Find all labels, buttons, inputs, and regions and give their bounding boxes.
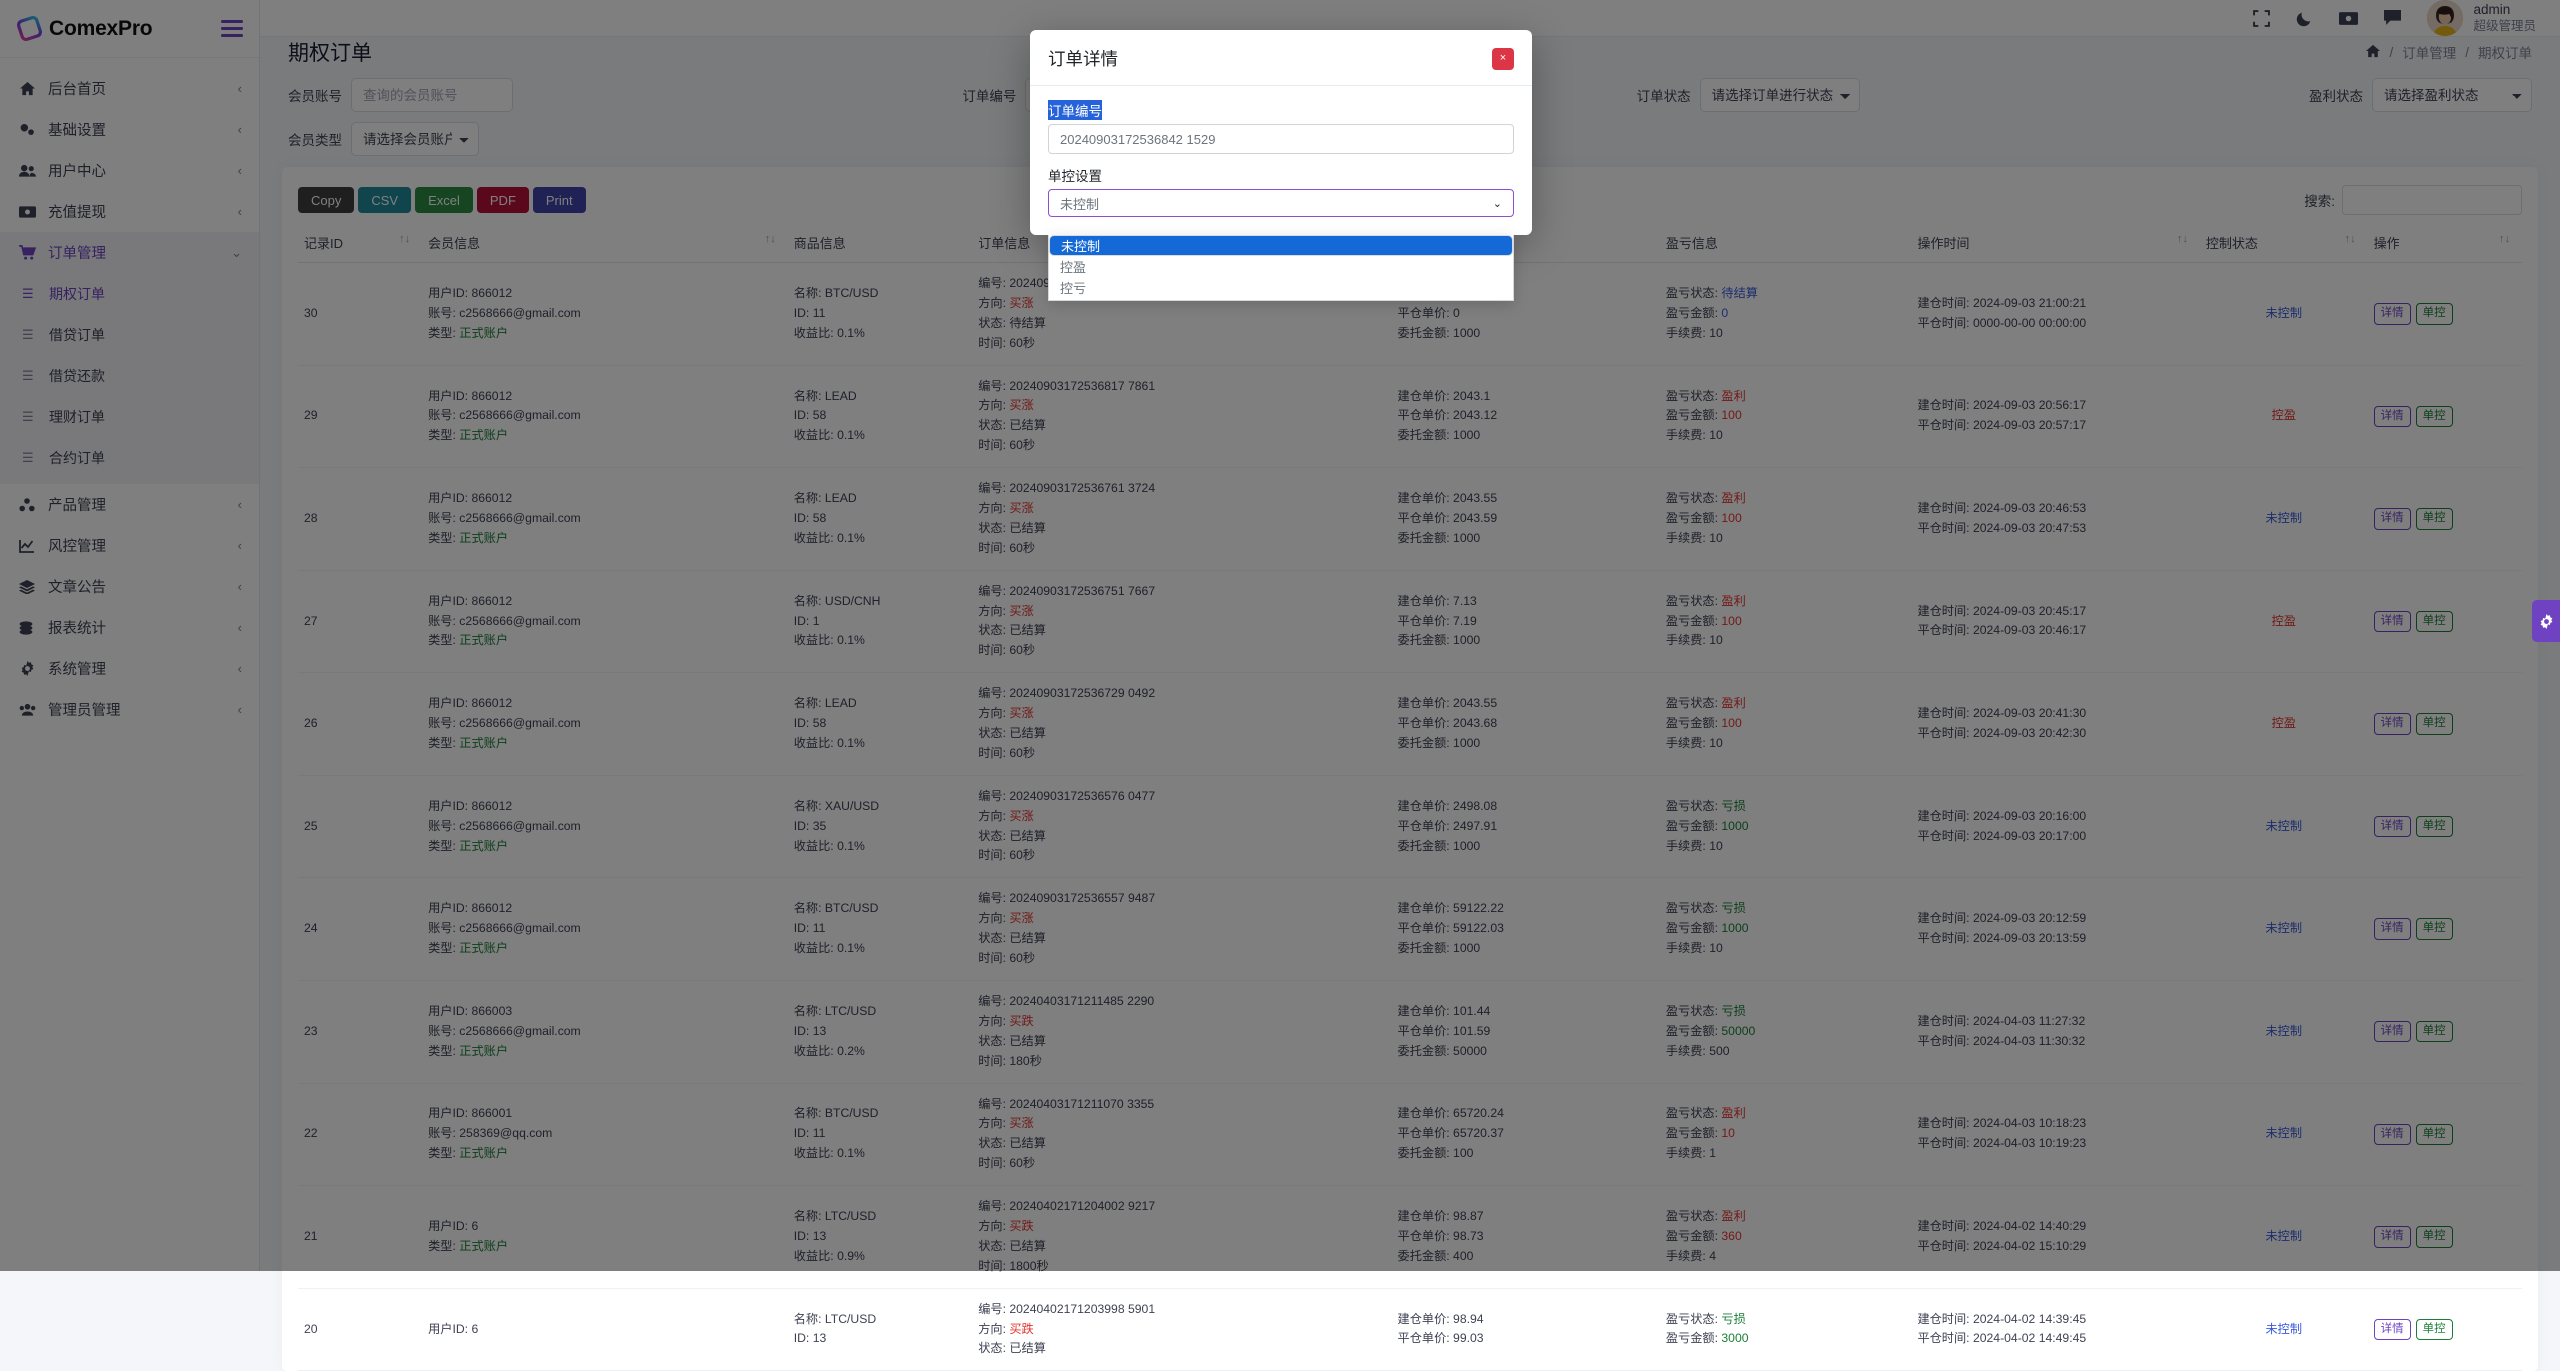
field: 建仓时间: 2024-04-02 14:39:45 bbox=[1917, 1310, 2193, 1330]
cell-member-info: 用户ID: 6 bbox=[422, 1288, 788, 1371]
single-control-button[interactable]: 单控 bbox=[2416, 1319, 2453, 1341]
modal-title: 订单详情 bbox=[1048, 46, 1118, 71]
field-value: 6 bbox=[471, 1322, 478, 1336]
option-control-loss[interactable]: 控亏 bbox=[1049, 277, 1513, 298]
option-control-profit[interactable]: 控盈 bbox=[1049, 256, 1513, 277]
modal-control-value: 未控制 bbox=[1060, 194, 1099, 213]
field-label: 状态: bbox=[978, 1341, 1006, 1355]
field: 方向: 买跌 bbox=[978, 1320, 1385, 1340]
field-label: 编号: bbox=[978, 1302, 1006, 1316]
field-value: 已结算 bbox=[1009, 1341, 1046, 1355]
field: 盈亏金额: 3000 bbox=[1666, 1329, 1906, 1349]
cell-pl-info: 盈亏状态: 亏损盈亏金额: 3000 bbox=[1660, 1288, 1912, 1371]
modal-header: 订单详情 × bbox=[1030, 30, 1532, 86]
cell-pl-prices: 建仓单价: 98.94平仓单价: 99.03 bbox=[1392, 1288, 1660, 1371]
field-label: 平仓单价: bbox=[1398, 1331, 1450, 1345]
field-value: 99.03 bbox=[1453, 1331, 1484, 1345]
modal-control-label: 单控设置 bbox=[1048, 165, 1514, 185]
cell-operation-time: 建仓时间: 2024-04-02 14:39:45平仓时间: 2024-04-0… bbox=[1911, 1288, 2199, 1371]
field: 编号: 20240402171203998 5901 bbox=[978, 1300, 1385, 1320]
field-value: LTC/USD bbox=[825, 1312, 876, 1326]
field: 用户ID: 6 bbox=[428, 1320, 782, 1340]
field-value: 13 bbox=[813, 1331, 827, 1345]
field-label: 盈亏状态: bbox=[1666, 1312, 1718, 1326]
order-detail-modal: 订单详情 × 订单编号 单控设置 未控制 ⌄ 未控制 控盈 控亏 bbox=[1030, 30, 1532, 235]
field-label: 盈亏金额: bbox=[1666, 1331, 1718, 1345]
table-row: 20 用户ID: 6 名称: LTC/USDID: 13 编号: 2024040… bbox=[298, 1288, 2522, 1371]
field-value: 买跌 bbox=[1009, 1322, 1033, 1336]
modal-order-no-input[interactable] bbox=[1048, 124, 1514, 154]
close-icon[interactable]: × bbox=[1492, 48, 1514, 70]
modal-body: 订单编号 单控设置 未控制 ⌄ 未控制 控盈 控亏 bbox=[1030, 86, 1532, 235]
chevron-down-icon: ⌄ bbox=[1493, 197, 1502, 210]
field-label: 建仓时间: bbox=[1917, 1312, 1969, 1326]
field-label: 用户ID: bbox=[428, 1322, 468, 1336]
cell-actions: 详情单控 bbox=[2368, 1288, 2522, 1371]
field-value: 亏损 bbox=[1721, 1312, 1745, 1326]
field: 平仓单价: 99.03 bbox=[1398, 1329, 1654, 1349]
modal-order-no-label: 订单编号 bbox=[1048, 100, 1102, 120]
status-badge: 未控制 bbox=[2265, 1322, 2302, 1336]
field-value: 2024-04-02 14:39:45 bbox=[1973, 1312, 2086, 1326]
field-value: 20240402171203998 5901 bbox=[1009, 1302, 1155, 1316]
settings-tab-button[interactable] bbox=[2532, 600, 2560, 642]
cell-order-info: 编号: 20240402171203998 5901方向: 买跌状态: 已结算 bbox=[972, 1288, 1391, 1371]
cell-record-id: 20 bbox=[298, 1288, 422, 1371]
field: ID: 13 bbox=[794, 1329, 966, 1349]
field-label: 建仓单价: bbox=[1398, 1312, 1450, 1326]
field-value: 2024-04-02 14:49:45 bbox=[1973, 1331, 2086, 1345]
field-value: 3000 bbox=[1721, 1331, 1748, 1345]
option-no-control[interactable]: 未控制 bbox=[1049, 235, 1513, 256]
field: 平仓时间: 2024-04-02 14:49:45 bbox=[1917, 1329, 2193, 1349]
field-label: 方向: bbox=[978, 1322, 1006, 1336]
field: 状态: 已结算 bbox=[978, 1339, 1385, 1359]
cell-product-info: 名称: LTC/USDID: 13 bbox=[788, 1288, 972, 1371]
field: 盈亏状态: 亏损 bbox=[1666, 1310, 1906, 1330]
field: 建仓单价: 98.94 bbox=[1398, 1310, 1654, 1330]
modal-control-options: 未控制 控盈 控亏 bbox=[1048, 235, 1514, 301]
field: 名称: LTC/USD bbox=[794, 1310, 966, 1330]
cell-control-status: 未控制 bbox=[2200, 1288, 2368, 1371]
detail-button[interactable]: 详情 bbox=[2374, 1319, 2411, 1341]
field-label: 名称: bbox=[794, 1312, 822, 1326]
modal-control-select[interactable]: 未控制 ⌄ bbox=[1048, 189, 1514, 217]
field-value: 98.94 bbox=[1453, 1312, 1484, 1326]
field-label: 平仓时间: bbox=[1917, 1331, 1969, 1345]
field-label: ID: bbox=[794, 1331, 810, 1345]
